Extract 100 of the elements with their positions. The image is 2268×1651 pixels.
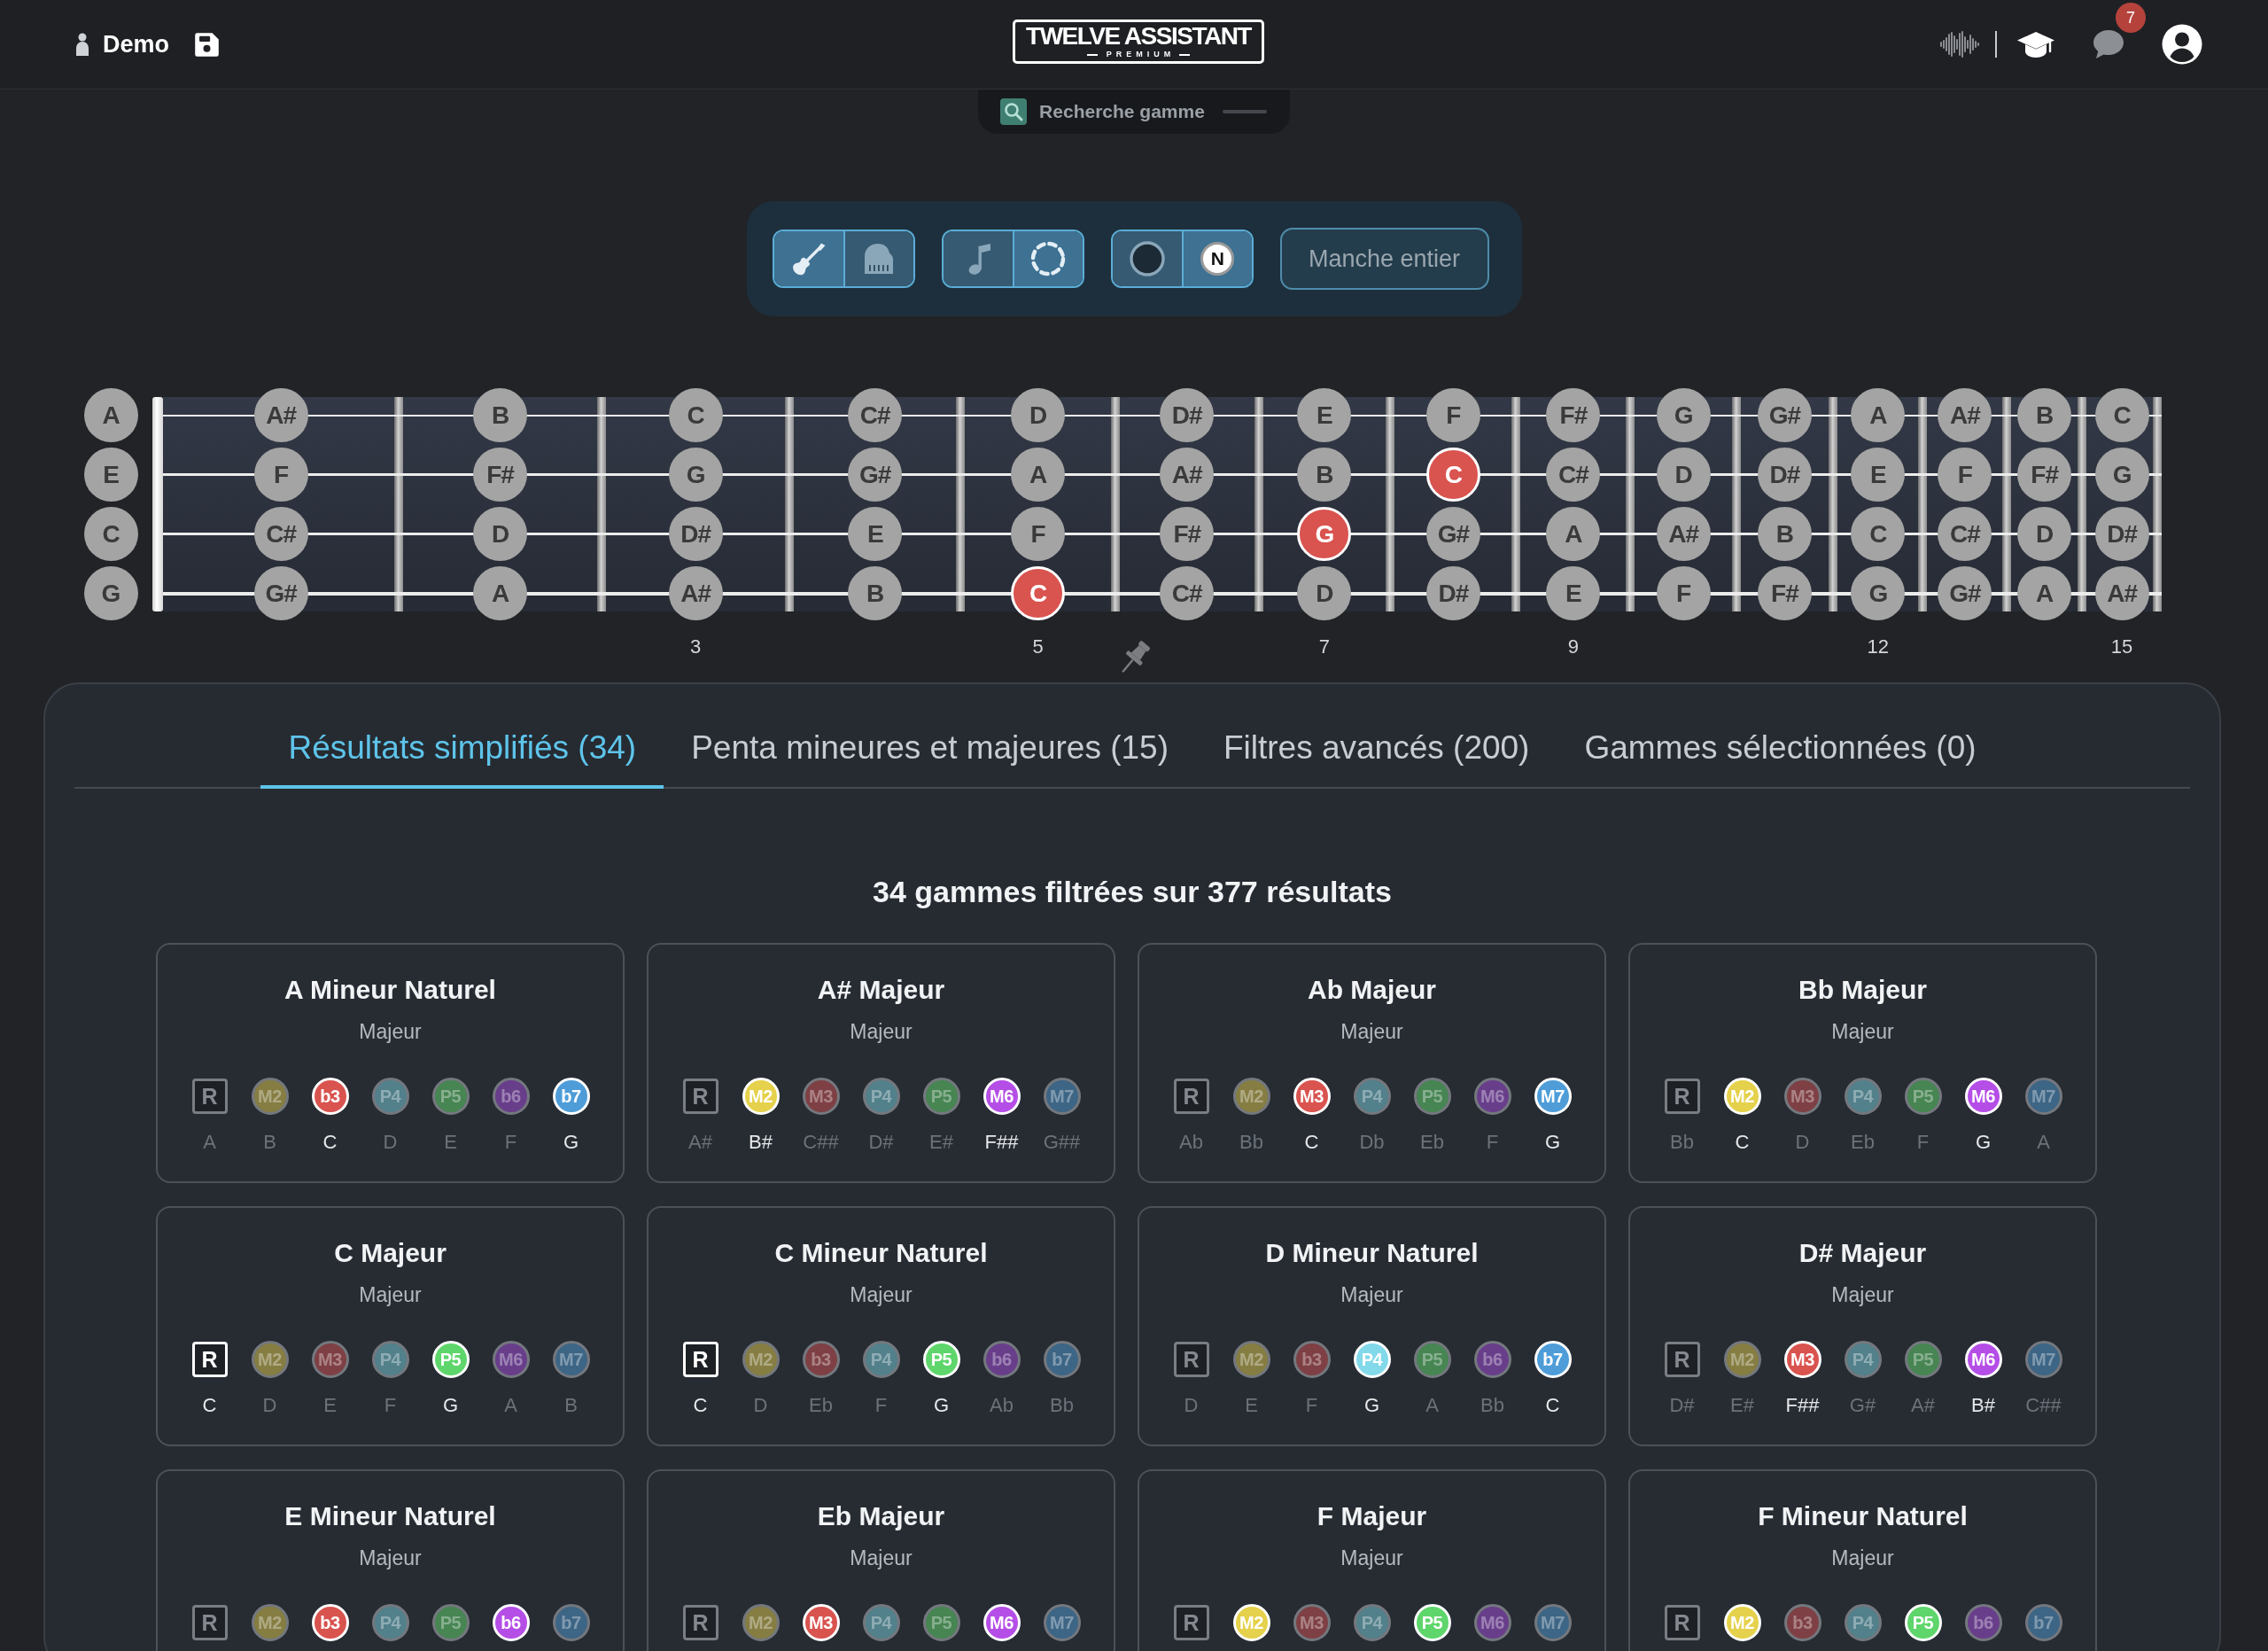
- fret-note[interactable]: G: [2094, 448, 2149, 502]
- guitar-button[interactable]: [773, 231, 843, 286]
- fret-note[interactable]: A: [473, 566, 528, 620]
- fret-number: 9: [1566, 635, 1581, 658]
- interval-marker: M2: [1723, 1604, 1761, 1641]
- fret-note[interactable]: F: [253, 448, 308, 502]
- fret-note[interactable]: D: [1297, 566, 1352, 620]
- scale-subtitle: Majeur: [358, 1546, 423, 1570]
- fret-note[interactable]: G#: [253, 566, 308, 620]
- fret-note[interactable]: E: [1546, 566, 1601, 620]
- save-icon[interactable]: [194, 31, 220, 58]
- scale-title: Eb Majeur: [816, 1500, 946, 1532]
- fret-note[interactable]: D#: [668, 507, 723, 561]
- note-name: G: [442, 1394, 459, 1417]
- fret-note[interactable]: D: [2017, 507, 2072, 561]
- fret-note[interactable]: C#: [1546, 448, 1601, 502]
- fret-note[interactable]: B: [473, 388, 528, 442]
- full-neck-button[interactable]: Manche entier: [1279, 228, 1489, 290]
- scale-search-tab[interactable]: Recherche gamme: [978, 90, 1290, 134]
- fret-note[interactable]: E: [848, 507, 903, 561]
- fret-note[interactable]: B: [1297, 448, 1352, 502]
- fret-note[interactable]: G: [1851, 566, 1906, 620]
- fret-note[interactable]: G: [668, 448, 723, 502]
- fret-note[interactable]: C: [2094, 388, 2149, 442]
- scale-subtitle: Majeur: [1830, 1546, 1895, 1570]
- fret-note[interactable]: A#: [668, 566, 723, 620]
- chat-icon[interactable]: [2093, 29, 2124, 59]
- results-tab[interactable]: Penta mineures et majeures (15): [664, 713, 1196, 789]
- fret-note[interactable]: E: [1297, 388, 1352, 442]
- fret-note[interactable]: A: [1546, 507, 1601, 561]
- fret-note[interactable]: A#: [1160, 448, 1215, 502]
- fret-note[interactable]: C#: [1938, 507, 1992, 561]
- fret-note[interactable]: A: [1851, 388, 1906, 442]
- fret-note[interactable]: C: [1425, 448, 1480, 502]
- results-tab[interactable]: Gammes sélectionnées (0): [1557, 713, 2004, 789]
- fret-note[interactable]: A#: [1656, 507, 1711, 561]
- fret-note[interactable]: G#: [1757, 388, 1812, 442]
- results-tab[interactable]: Résultats simplifiés (34): [260, 713, 664, 789]
- fret-note[interactable]: F: [1656, 566, 1711, 620]
- fret-note[interactable]: C#: [253, 507, 308, 561]
- interval-marker: M2: [1232, 1341, 1270, 1378]
- user-icon[interactable]: [2162, 24, 2202, 65]
- results-tab[interactable]: Filtres avancés (200): [1195, 713, 1557, 789]
- fret-note[interactable]: F#: [1160, 507, 1215, 561]
- fret-note[interactable]: D#: [2094, 507, 2149, 561]
- fret-note[interactable]: E: [1851, 448, 1906, 502]
- fret-note[interactable]: D#: [1757, 448, 1812, 502]
- fret-note[interactable]: F#: [1757, 566, 1812, 620]
- fret-note[interactable]: B: [2017, 388, 2072, 442]
- fret-note[interactable]: A: [2017, 566, 2072, 620]
- root-marker: R: [682, 1079, 718, 1114]
- fret-note[interactable]: F: [1938, 448, 1992, 502]
- fret-note[interactable]: A#: [2094, 566, 2149, 620]
- fret-note[interactable]: A: [1011, 448, 1065, 502]
- fret-note[interactable]: F: [1425, 388, 1480, 442]
- fret-note[interactable]: G#: [848, 448, 903, 502]
- fret-number: 3: [689, 635, 703, 658]
- fret-note[interactable]: G#: [1938, 566, 1992, 620]
- fret-note[interactable]: C: [1851, 507, 1906, 561]
- fret-note[interactable]: F#: [2017, 448, 2072, 502]
- fret-note[interactable]: D: [473, 507, 528, 561]
- fret-note[interactable]: B: [1757, 507, 1812, 561]
- fret-note[interactable]: C: [668, 388, 723, 442]
- interval-marker: b7: [552, 1604, 590, 1641]
- scale-card[interactable]: D Mineur Naturel Majeur R D M2 E b3 F P4 G P5 A b6 Bb b7 C: [1138, 1206, 1606, 1446]
- fret-note[interactable]: A#: [1938, 388, 1992, 442]
- circle-button[interactable]: [1112, 231, 1182, 286]
- waveform-icon[interactable]: [1940, 31, 1979, 58]
- note-name: F##: [984, 1131, 1019, 1154]
- open-string-note[interactable]: C: [83, 507, 138, 561]
- fret-note[interactable]: B: [848, 566, 903, 620]
- open-string-note[interactable]: A: [83, 388, 138, 442]
- piano-button[interactable]: [843, 231, 913, 286]
- fret-note[interactable]: D#: [1160, 388, 1215, 442]
- interval-marker: P5: [922, 1078, 960, 1115]
- fret-note[interactable]: G: [1297, 507, 1352, 561]
- dashed-circle-button[interactable]: [1013, 231, 1083, 286]
- fret-note[interactable]: D: [1656, 448, 1711, 502]
- letter-button[interactable]: N: [1182, 231, 1252, 286]
- interval-marker: M7: [2024, 1341, 2062, 1378]
- fret-note[interactable]: A#: [253, 388, 308, 442]
- fret-note[interactable]: C#: [848, 388, 903, 442]
- fret-note[interactable]: F#: [1546, 388, 1601, 442]
- graduation-cap-icon[interactable]: [2016, 30, 2055, 58]
- fret-note[interactable]: F#: [473, 448, 528, 502]
- fret-note[interactable]: D: [1011, 388, 1065, 442]
- fret-note[interactable]: C#: [1160, 566, 1215, 620]
- person-icon: [74, 32, 90, 57]
- logo[interactable]: TWELVE ASSISTANT PREMIUM: [1013, 19, 1264, 64]
- fret-note[interactable]: G: [1656, 388, 1711, 442]
- open-string-note[interactable]: G: [83, 566, 138, 620]
- fret-note[interactable]: F: [1011, 507, 1065, 561]
- fret-note[interactable]: C: [1011, 566, 1065, 620]
- music-note-button[interactable]: [943, 231, 1013, 286]
- search-icon: [1000, 98, 1028, 125]
- open-string-note[interactable]: E: [83, 448, 138, 502]
- interval-marker: M2: [742, 1078, 780, 1115]
- scale-title: C Majeur: [333, 1237, 447, 1269]
- fret-note[interactable]: G#: [1425, 507, 1480, 561]
- fret-note[interactable]: D#: [1425, 566, 1480, 620]
